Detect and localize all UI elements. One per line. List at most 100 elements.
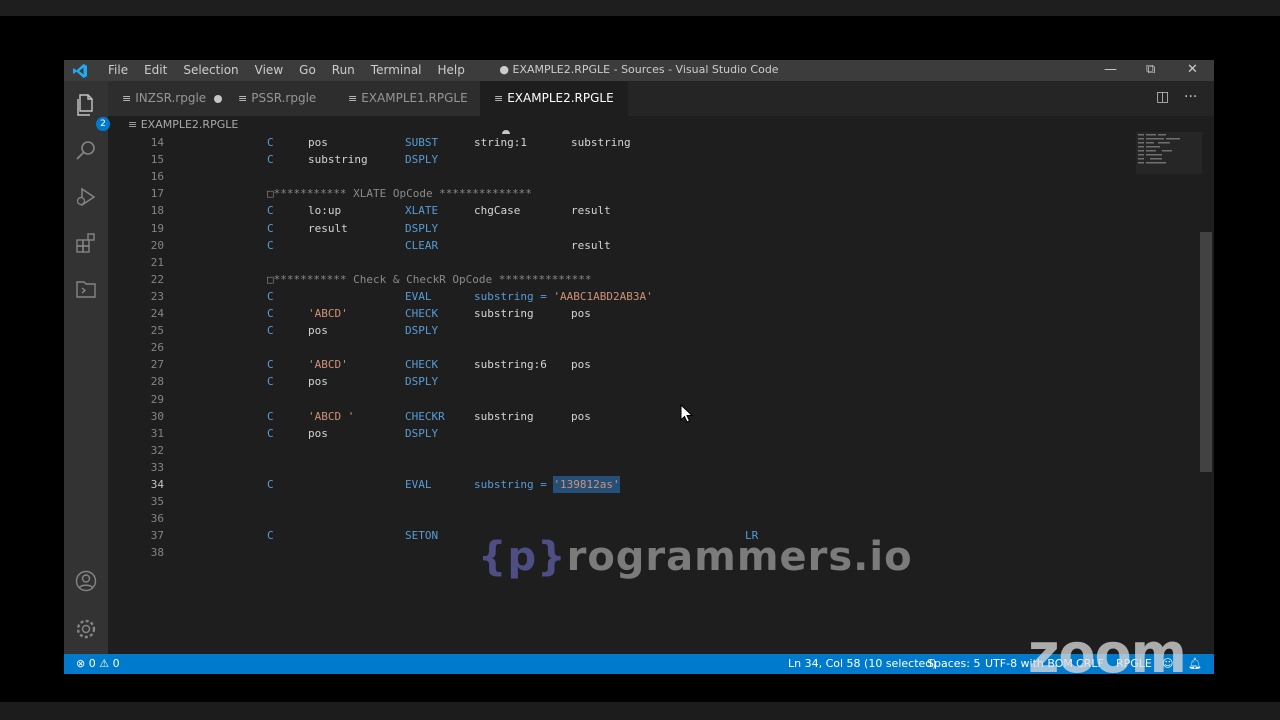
line-number: 28 [150,375,164,389]
code-line[interactable]: 18 Clo:up XLATE chgCase result [108,202,1198,219]
code-line[interactable]: 15 Csubstring DSPLY [108,151,1198,168]
factor1: pos [308,136,328,149]
factor2: substring [474,409,534,423]
code-line[interactable]: 34 C EVAL substring = '139812as' [108,476,1198,493]
factor1: result [308,221,348,235]
notifications-bell-icon[interactable]: 🔔︎ [1188,654,1202,674]
breadcrumb[interactable]: ≡ EXAMPLE2.RPGLE [128,116,238,134]
vscode-window: File Edit Selection View Go Run Terminal… [64,60,1214,674]
spec-type: C [267,136,274,149]
code-line[interactable]: 25 Cpos DSPLY [108,322,1198,339]
result-field: substring [571,136,631,149]
warning-count: 0 [112,657,120,670]
code-line[interactable]: 17 □*********** XLATE OpCode ************… [108,185,1198,202]
code-line[interactable]: 16 [108,168,1198,185]
spec-type: C [267,153,274,167]
modified-dot-icon [214,94,223,103]
spec-type: C [267,221,274,235]
code-line[interactable]: 31 Cpos DSPLY [108,425,1198,442]
factor2-expression: substring = [474,478,554,491]
problems-indicator[interactable]: ⊗ 0 ⚠ 0 [76,654,120,674]
account-icon[interactable] [74,569,98,593]
code-line[interactable]: 36 [108,510,1198,527]
factor2: substring:6 [474,358,547,372]
code-line[interactable]: 21 [108,254,1198,271]
spec-type: C [267,409,274,423]
code-line[interactable]: 30 C 'ABCD ' CHECKR substring pos [108,408,1198,425]
more-actions-icon[interactable]: ··· [1184,89,1197,105]
cursor-position[interactable]: Ln 34, Col 58 (10 selected) [788,654,937,674]
split-editor-icon[interactable]: ◫ [1156,89,1169,105]
code-line[interactable]: 14 Cpos SUBST string:1 substring [108,134,1198,151]
line-number: 24 [150,307,164,320]
result-field: pos [571,409,591,423]
tab-example1[interactable]: ≡ EXAMPLE1.RPGLE [334,81,480,116]
spec-type: C [267,289,274,303]
tab-label: INZSR.rpgle [135,91,207,105]
code-line[interactable]: 19 Cresult DSPLY [108,220,1198,237]
minimize-icon[interactable]: — [1104,62,1117,77]
spec-type: C [267,478,274,491]
window-title: ● EXAMPLE2.RPGLE - Sources - Visual Stud… [499,63,779,76]
code-line[interactable]: 26 [108,339,1198,356]
code-line[interactable]: 23 C EVAL substring = 'AABC1ABD2AB3A' [108,288,1198,305]
restore-icon[interactable]: ⧉ [1146,62,1155,77]
code-line[interactable]: 27 C 'ABCD' CHECK substring:6 pos [108,356,1198,373]
vertical-scrollbar[interactable] [1200,232,1212,472]
line-number: 32 [150,443,164,457]
code-line[interactable]: 28 Cpos DSPLY [108,373,1198,390]
spec-type: C [267,307,274,320]
close-icon[interactable]: ✕ [1187,62,1198,77]
file-lines-icon: ≡ [348,92,358,105]
spec-type: C [267,324,274,338]
code-line[interactable]: 33 [108,459,1198,476]
opcode: DSPLY [405,221,439,235]
remote-explorer-icon[interactable] [74,277,98,301]
run-debug-icon[interactable] [74,185,98,209]
opcode: EVAL [405,478,432,491]
gear-icon[interactable] [74,617,98,641]
line-number: 36 [150,512,164,526]
explorer-icon[interactable]: 2 [74,93,110,131]
spec-type: C [267,529,274,543]
minimap-preview [1136,132,1202,174]
file-lines-icon: ≡ [238,92,248,105]
line-number: 14 [150,136,164,149]
code-line[interactable]: 24 C 'ABCD' CHECK substring pos [108,305,1198,322]
code-comment: □*********** XLATE OpCode ************** [267,187,532,201]
search-icon[interactable] [74,139,98,163]
spec-type: C [267,426,274,440]
result-field: pos [571,358,591,372]
factor1-literal: 'ABCD' [308,358,348,372]
line-number: 33 [150,460,164,474]
code-line[interactable]: 29 [108,391,1198,408]
factor1-literal: 'ABCD' [308,307,348,320]
code-line[interactable]: 32 [108,442,1198,459]
tab-example2[interactable]: ≡ EXAMPLE2.RPGLE [480,81,628,138]
spec-type: C [267,358,274,372]
code-line[interactable]: 35 [108,493,1198,510]
tab-inzsr[interactable]: ≡ INZSR.rpgle [108,81,224,116]
code-line[interactable]: 22 □*********** Check & CheckR OpCode ***… [108,271,1198,288]
code-editor[interactable]: 14 Cpos SUBST string:1 substring 15 Csubstring… [108,134,1200,654]
extensions-icon[interactable] [74,231,98,255]
error-icon: ⊗ [76,657,86,670]
tab-pssr[interactable]: ≡ PSSR.rpgle [224,81,334,116]
line-number: 30 [150,409,164,423]
opcode: XLATE [405,204,439,218]
code-line[interactable]: 20 C CLEAR result [108,237,1198,254]
file-lines-icon: ≡ [122,92,132,105]
line-number: 23 [150,289,164,303]
programmers-io-watermark: {p}rogrammers.io [478,534,913,580]
breadcrumb-file: EXAMPLE2.RPGLE [140,118,239,131]
factor1: lo:up [308,204,342,218]
explorer-badge: 2 [96,117,110,131]
indentation[interactable]: Spaces: 5 [927,654,980,674]
minimap[interactable] [1136,132,1202,174]
line-number: 34 [150,478,164,491]
line-number: 35 [150,495,164,509]
video-letterbox-bottom [0,702,1280,720]
factor1: pos [308,426,328,440]
opcode: DSPLY [405,153,439,167]
factor2: chgCase [474,204,521,218]
